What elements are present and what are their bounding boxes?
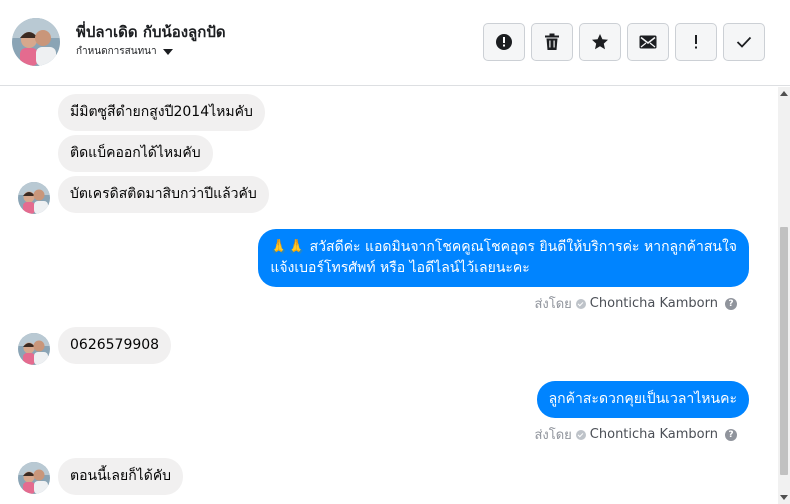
outgoing-message-line: 🙏🙏 สวัสดีค่ะ แอดมินจากโชคคูณโชคอุดร ยินด… (270, 239, 737, 255)
messenger-conversation: พี่ปลาเดิด กับน้องลูกปัด กำหนดการสนทนา ม… (0, 0, 790, 504)
outgoing-message-line: แจ้งเบอร์โทรศัพท์ หรือ ไอดีไลน์ไว้เลยนะค… (270, 260, 530, 276)
avatar[interactable] (12, 18, 60, 66)
sent-by-label: ส่งโดย Chonticha Kamborn ? (534, 293, 737, 314)
header-actions (483, 23, 765, 61)
star-button[interactable] (579, 23, 621, 61)
caret-down-icon (162, 48, 173, 55)
alert-circle-icon (496, 34, 512, 50)
help-icon[interactable]: ? (725, 297, 737, 310)
sent-by-agent[interactable]: Chonticha Kamborn (590, 296, 718, 311)
outgoing-message: ลูกค้าสะดวกคุยเป็นเวลาไหนคะ (536, 381, 749, 418)
avatar (18, 182, 50, 214)
conversation-label-text: กำหนดการสนทนา (76, 46, 157, 57)
exclamation-icon (695, 35, 697, 49)
conversation-title: พี่ปลาเดิด กับน้องลูกปัด (76, 23, 226, 41)
trash-icon (545, 33, 559, 50)
message-thread: มีมิตซูสีดำยกสูงปี2014ไหมคับ ติดแบ็คออกไ… (0, 87, 778, 504)
incoming-message: ติดแบ็คออกได้ไหมคับ (58, 135, 213, 172)
incoming-message: บัตเครดิสติดมาสิบกว่าปีแล้วคับ (58, 176, 269, 213)
sent-by-prefix: ส่งโดย (534, 428, 572, 443)
avatar (18, 462, 50, 494)
sent-by-prefix: ส่งโดย (534, 297, 572, 312)
scroll-thumb[interactable] (780, 227, 788, 475)
verified-icon (575, 298, 586, 309)
conversation-label-dropdown[interactable]: กำหนดการสนทนา (76, 44, 173, 59)
outgoing-message: 🙏🙏 สวัสดีค่ะ แอดมินจากโชคคูณโชคอุดร ยินด… (258, 229, 749, 287)
incoming-message: 0626579908 (58, 327, 172, 364)
avatar (18, 333, 50, 365)
important-button[interactable] (675, 23, 717, 61)
incoming-message: มีมิตซูสีดำยกสูงปี2014ไหมคับ (58, 94, 265, 131)
checkmark-icon (736, 36, 752, 48)
scroll-down-arrow[interactable] (780, 495, 788, 500)
sent-by-label: ส่งโดย Chonticha Kamborn ? (534, 424, 737, 445)
incoming-message: ตอนนี้เลยก็ได้คับ (58, 458, 184, 495)
report-button[interactable] (483, 23, 525, 61)
conversation-header: พี่ปลาเดิด กับน้องลูกปัด กำหนดการสนทนา (0, 0, 790, 86)
verified-icon (575, 429, 586, 440)
sent-by-agent[interactable]: Chonticha Kamborn (590, 427, 718, 442)
scrollbar[interactable] (778, 87, 790, 504)
star-icon (592, 34, 608, 50)
mark-done-button[interactable] (723, 23, 765, 61)
envelope-icon (639, 35, 657, 49)
help-icon[interactable]: ? (725, 428, 737, 441)
email-button[interactable] (627, 23, 669, 61)
delete-button[interactable] (531, 23, 573, 61)
scroll-up-arrow[interactable] (780, 91, 788, 96)
